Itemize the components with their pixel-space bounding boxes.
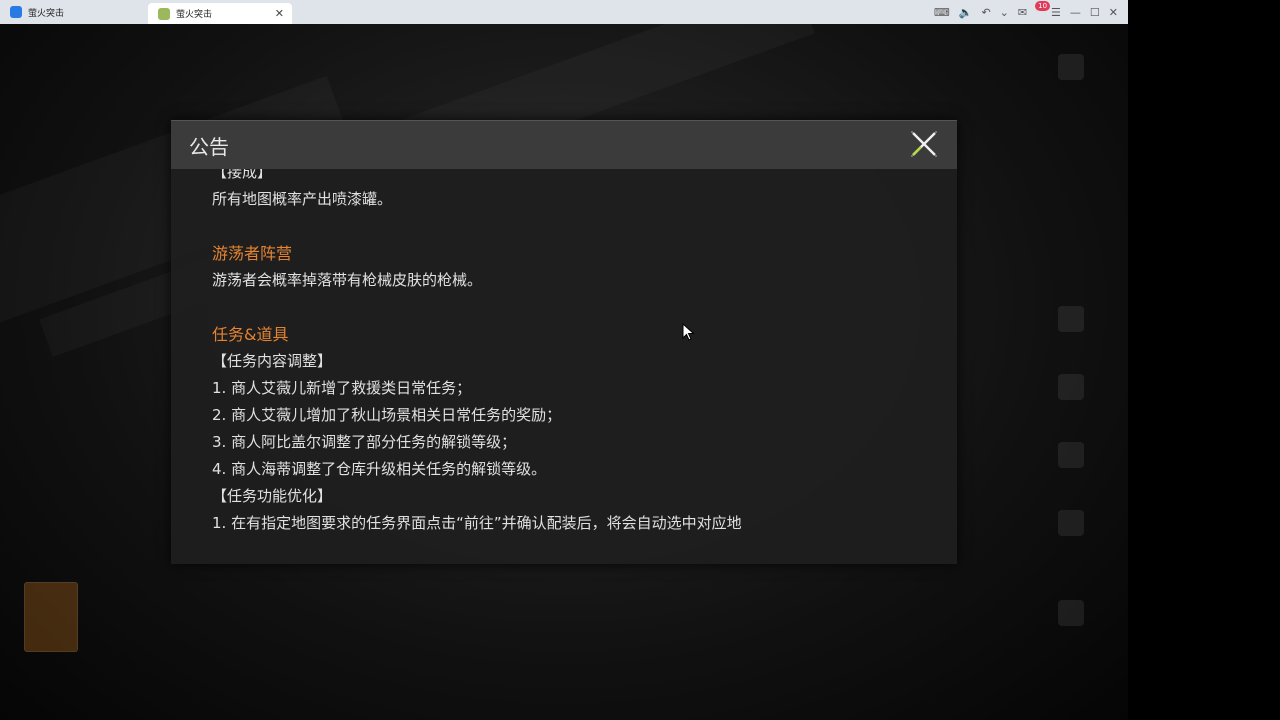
mail-icon[interactable]: ✉ 10 — [1018, 0, 1051, 19]
announcement-line: 3. 商人阿比盖尔调整了部分任务的解锁等级； — [212, 433, 517, 451]
sound-icon — [1058, 54, 1084, 80]
window-titlebar: 萤火突击 萤火突击 ✕ ⌨ 🔈 ↶ ⌄ ✉ 10 ☰ — ☐ ✕ — [0, 0, 1128, 24]
announcement-line: 1. 在有指定地图要求的任务界面点击“前往”并确认配装后，将会自动选中对应地 — [212, 514, 742, 532]
volume-icon[interactable]: 🔈 — [959, 6, 973, 19]
window-controls: ⌨ 🔈 ↶ ⌄ ✉ 10 ☰ — ☐ ✕ — [934, 0, 1128, 24]
announcement-line: 【任务功能优化】 — [212, 487, 333, 505]
chevron-down-icon[interactable]: ⌄ — [1000, 6, 1009, 19]
announcement-line: 【接成】 — [212, 169, 273, 181]
tab-2[interactable]: 萤火突击 ✕ — [148, 3, 292, 24]
app-icon — [10, 6, 22, 18]
announcement-line: 2. 商人艾薇儿增加了秋山场景相关日常任务的奖励； — [212, 406, 562, 424]
announcement-content: 【接成】所有地图概率产出喷漆罐。 游荡者阵营游荡者会概率掉落带有枪械皮肤的枪械。任… — [212, 169, 932, 537]
age-rating-badge — [24, 582, 78, 652]
section-heading: 游荡者阵营 — [212, 244, 293, 263]
close-window-icon[interactable]: ✕ — [1109, 6, 1118, 19]
tab-close-icon[interactable]: ✕ — [275, 7, 284, 20]
side-menu-icon — [1058, 374, 1084, 400]
side-menu-icon — [1058, 306, 1084, 332]
dialog-header: 公告 — [171, 121, 957, 169]
dialog-title: 公告 — [189, 134, 229, 159]
keyboard-icon[interactable]: ⌨ — [934, 6, 950, 19]
announcement-line: 游荡者会概率掉落带有枪械皮肤的枪械。 — [212, 271, 483, 289]
minimize-icon[interactable]: — — [1070, 6, 1081, 19]
close-button[interactable] — [909, 129, 939, 159]
tools-icon — [1058, 600, 1084, 626]
tab-1[interactable]: 萤火突击 — [0, 0, 148, 24]
close-icon — [911, 131, 937, 157]
notification-badge: 10 — [1035, 0, 1051, 11]
menu-icon[interactable]: ☰ — [1051, 6, 1061, 19]
announcement-line: 【任务内容调整】 — [212, 352, 333, 370]
announcement-dialog: 公告 【接成】所有地图概率产出喷漆罐。 游荡者阵营游荡者会概率掉落带有枪械皮肤的枪… — [171, 120, 957, 564]
section-heading: 任务&道具 — [212, 325, 289, 344]
announcement-scroll-area[interactable]: 【接成】所有地图概率产出喷漆罐。 游荡者阵营游荡者会概率掉落带有枪械皮肤的枪械。任… — [171, 169, 957, 565]
announcement-line: 4. 商人海蒂调整了仓库升级相关任务的解锁等级。 — [212, 460, 547, 478]
maximize-icon[interactable]: ☐ — [1090, 6, 1100, 19]
side-menu-icon — [1058, 510, 1084, 536]
tab-label: 萤火突击 — [176, 10, 213, 20]
game-icon — [158, 7, 170, 20]
tab-label: 萤火突击 — [28, 8, 65, 19]
undo-icon[interactable]: ↶ — [981, 6, 990, 19]
announcement-line: 所有地图概率产出喷漆罐。 — [212, 190, 393, 208]
mouse-cursor-icon — [682, 323, 695, 341]
announcement-line: 1. 商人艾薇儿新增了救援类日常任务； — [212, 379, 472, 397]
star-icon — [1058, 442, 1084, 468]
